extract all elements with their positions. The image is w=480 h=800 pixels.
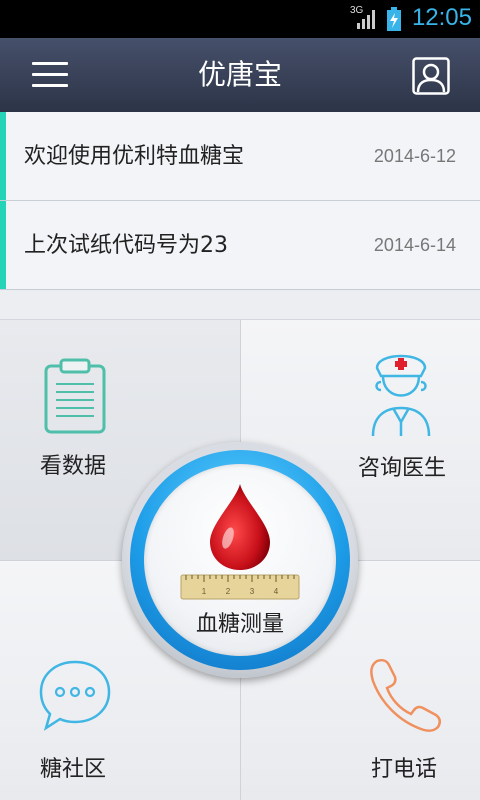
news-text: 欢迎使用优利特血糖宝	[24, 144, 245, 169]
measure-glucose-button[interactable]: 1 2 3 4 血糖测量	[122, 442, 358, 678]
ruler-icon: 1 2 3 4	[180, 574, 300, 600]
ruler-tick-label: 1	[202, 587, 207, 596]
news-list: 欢迎使用优利特血糖宝 2014-6-12 上次试纸代码号为23 2014-6-1…	[0, 112, 480, 290]
call-label: 打电话	[371, 757, 438, 782]
clipboard-icon	[44, 358, 106, 434]
ruler-tick-label: 2	[226, 587, 231, 596]
user-profile-icon[interactable]	[412, 57, 450, 95]
news-date: 2014-6-12	[373, 146, 456, 166]
battery-charging-icon	[387, 7, 401, 31]
list-item[interactable]: 上次试纸代码号为23 2014-6-14	[0, 201, 480, 290]
clock: 12:05	[411, 4, 472, 31]
view-data-label: 看数据	[40, 454, 107, 479]
status-bar: 3G 12:05	[0, 0, 480, 38]
news-text: 上次试纸代码号为23	[24, 233, 228, 258]
app-header: 优唐宝	[0, 38, 480, 112]
divider	[0, 291, 480, 320]
blood-drop-icon	[210, 484, 270, 570]
page-title: 优唐宝	[197, 58, 282, 91]
community-label: 糖社区	[40, 757, 107, 782]
nurse-icon	[371, 354, 431, 437]
consult-doctor-label: 咨询医生	[358, 456, 447, 481]
ruler-tick-label: 3	[250, 587, 255, 596]
signal-icon	[357, 10, 375, 29]
hamburger-menu-icon[interactable]	[30, 58, 72, 92]
phone-icon	[370, 658, 441, 732]
accent-bar	[0, 112, 6, 200]
accent-bar	[0, 201, 6, 289]
list-item[interactable]: 欢迎使用优利特血糖宝 2014-6-12	[0, 112, 480, 201]
measure-glucose-label: 血糖测量	[195, 612, 284, 637]
news-date: 2014-6-14	[373, 235, 456, 255]
chat-bubble-icon	[39, 660, 111, 731]
ruler-tick-label: 4	[274, 587, 279, 596]
